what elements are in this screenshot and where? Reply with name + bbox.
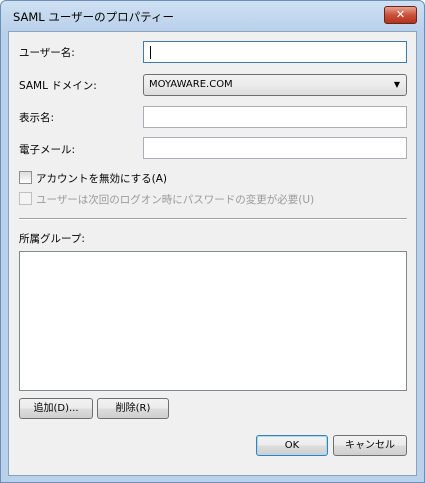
must-change-password-checkbox (19, 192, 32, 205)
email-label: 電子メール: (19, 144, 76, 156)
dialog-body: ユーザー名: SAML ドメイン: MOYAWARE.COM ▼ 表示名: 電子… (8, 31, 417, 476)
groups-list[interactable] (19, 251, 407, 391)
disable-account-checkbox[interactable] (19, 171, 32, 184)
saml-domain-select[interactable]: MOYAWARE.COM ▼ (143, 74, 407, 96)
saml-domain-label: SAML ドメイン: (19, 80, 97, 92)
title-bar[interactable]: SAML ユーザーのプロパティー ✕ (1, 1, 424, 31)
cancel-button[interactable]: キャンセル (333, 435, 407, 456)
remove-group-button[interactable]: 削除(R) (97, 398, 169, 419)
display-name-input[interactable] (143, 106, 407, 128)
email-input[interactable] (143, 137, 407, 159)
disable-account-label[interactable]: アカウントを無効にする(A) (36, 171, 167, 186)
close-button[interactable]: ✕ (384, 6, 417, 24)
chevron-down-icon: ▼ (393, 80, 400, 89)
close-icon: ✕ (395, 8, 406, 21)
section-divider (19, 218, 407, 220)
saml-domain-value: MOYAWARE.COM (149, 79, 233, 90)
ok-button[interactable]: OK (256, 435, 328, 456)
username-input[interactable] (143, 41, 407, 63)
username-label: ユーザー名: (19, 47, 75, 59)
display-name-label: 表示名: (19, 112, 55, 124)
dialog-window: SAML ユーザーのプロパティー ✕ ユーザー名: SAML ドメイン: MOY… (0, 0, 425, 483)
window-title: SAML ユーザーのプロパティー (13, 10, 174, 24)
add-group-button[interactable]: 追加(D)... (19, 398, 93, 419)
must-change-password-label: ユーザーは次回のログオン時にパスワードの変更が必要(U) (36, 194, 315, 206)
text-caret (150, 46, 151, 59)
member-of-groups-label: 所属グループ: (19, 233, 85, 245)
